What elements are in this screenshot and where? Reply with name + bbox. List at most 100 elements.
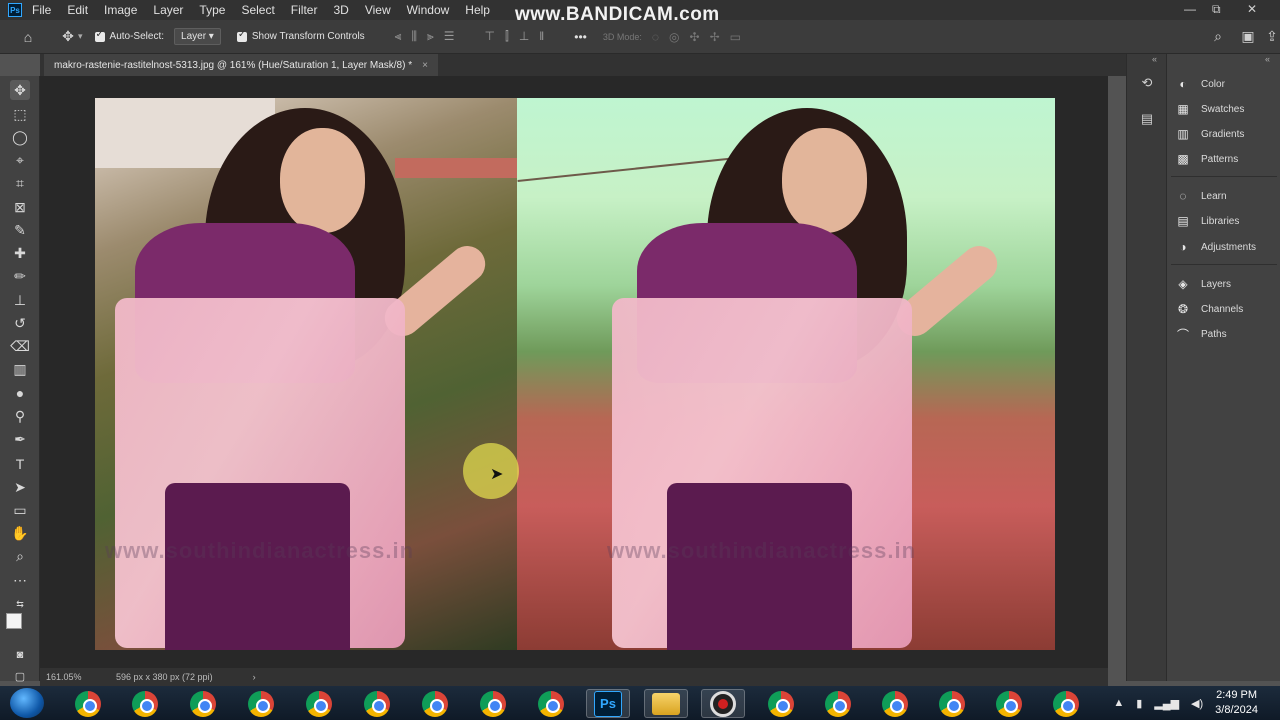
taskbar-chrome-2[interactable]: [123, 689, 167, 718]
align-center-icon[interactable]: ⫼: [411, 29, 417, 44]
document-tab[interactable]: makro-rastenie-rastitelnost-5313.jpg @ 1…: [44, 54, 438, 76]
menu-help[interactable]: Help: [465, 3, 490, 17]
menu-select[interactable]: Select: [241, 3, 274, 17]
menu-3d[interactable]: 3D: [333, 3, 348, 17]
clone-stamp-tool-icon[interactable]: ⊥: [10, 290, 30, 310]
move-tool-icon[interactable]: ✥: [58, 27, 78, 47]
history-brush-tool-icon[interactable]: ↺: [10, 313, 30, 333]
taskbar-chrome-8[interactable]: [471, 689, 515, 718]
menu-layer[interactable]: Layer: [153, 3, 183, 17]
history-panel-icon[interactable]: ⟲: [1138, 74, 1156, 92]
panel-patterns[interactable]: ▩ Patterns: [1175, 150, 1238, 168]
panel-gradients[interactable]: ▥ Gradients: [1175, 125, 1244, 143]
gradient-tool-icon[interactable]: ▥: [10, 359, 30, 379]
menu-window[interactable]: Window: [407, 3, 450, 17]
show-transform-checkbox[interactable]: Show Transform Controls: [236, 29, 365, 42]
align-right-icon[interactable]: ⫸: [427, 29, 434, 44]
taskbar-chrome-6[interactable]: [355, 689, 399, 718]
quick-select-tool-icon[interactable]: ⌖: [10, 150, 30, 170]
zoom-level[interactable]: 161.05%: [46, 672, 106, 682]
taskbar-chrome-4[interactable]: [239, 689, 283, 718]
align-middle-icon[interactable]: ⫿: [505, 29, 509, 44]
layer-select[interactable]: Layer ▾: [174, 28, 221, 45]
panel-swatches[interactable]: ▦ Swatches: [1175, 100, 1244, 118]
chevron-down-icon[interactable]: ▾: [78, 31, 83, 42]
rectangle-tool-icon[interactable]: ▭: [10, 500, 30, 520]
screen-mode-icon[interactable]: ▢: [10, 666, 30, 686]
close-window-button[interactable]: ✕: [1247, 2, 1257, 16]
panel-paths[interactable]: ⌒ Paths: [1175, 325, 1227, 343]
menu-view[interactable]: View: [365, 3, 391, 17]
volume-icon[interactable]: ◀): [1191, 697, 1203, 710]
network-signal-icon[interactable]: ▂▄▆: [1154, 697, 1179, 710]
taskbar-clock[interactable]: 2:49 PM 3/8/2024: [1215, 688, 1258, 718]
crop-tool-icon[interactable]: ⌗: [10, 173, 30, 193]
taskbar-chrome-15[interactable]: [1044, 689, 1088, 718]
pan-3d-icon[interactable]: ✣: [690, 30, 700, 44]
type-tool-icon[interactable]: T: [10, 454, 30, 474]
menu-type[interactable]: Type: [199, 3, 225, 17]
slide-3d-icon[interactable]: ✢: [710, 30, 720, 44]
move-tool-icon[interactable]: ✥: [10, 80, 30, 100]
align-left-icon[interactable]: ⫷: [395, 29, 402, 44]
properties-panel-icon[interactable]: ▤: [1138, 110, 1156, 128]
path-selection-tool-icon[interactable]: ➤: [10, 477, 30, 497]
taskbar-chrome-5[interactable]: [297, 689, 341, 718]
taskbar-chrome-11[interactable]: [816, 689, 860, 718]
search-icon[interactable]: ⌕: [1208, 27, 1228, 47]
taskbar-photoshop[interactable]: Ps: [586, 689, 630, 718]
blur-tool-icon[interactable]: ●: [10, 383, 30, 403]
status-menu-chevron-icon[interactable]: ›: [253, 672, 256, 682]
minimize-button[interactable]: —: [1184, 2, 1196, 16]
zoom-tool-icon[interactable]: ⌕: [10, 546, 30, 566]
taskbar-chrome-9[interactable]: [529, 689, 573, 718]
taskbar-chrome-14[interactable]: [987, 689, 1031, 718]
taskbar-chrome-13[interactable]: [930, 689, 974, 718]
distribute-icon[interactable]: ☰: [444, 29, 455, 44]
foreground-color-swatch[interactable]: [6, 613, 22, 629]
panel-learn[interactable]: ◌ Learn: [1175, 187, 1226, 205]
camera-3d-icon[interactable]: ▭: [730, 30, 741, 44]
more-tools-icon[interactable]: ⋯: [10, 570, 30, 590]
menu-filter[interactable]: Filter: [291, 3, 318, 17]
healing-brush-tool-icon[interactable]: ✚: [10, 243, 30, 263]
frame-tool-icon[interactable]: ⊠: [10, 197, 30, 217]
show-hidden-icons-icon[interactable]: ▲: [1113, 697, 1124, 709]
eraser-tool-icon[interactable]: ⌫: [10, 336, 30, 356]
workspace-icon[interactable]: ▣: [1238, 27, 1258, 47]
panel-layers[interactable]: ◈ Layers: [1175, 275, 1231, 293]
collapse-panel-icon[interactable]: «: [1265, 54, 1270, 64]
brush-tool-icon[interactable]: ✏: [10, 266, 30, 286]
taskbar-chrome-1[interactable]: [66, 689, 110, 718]
taskbar-bandicam[interactable]: [701, 689, 745, 718]
panel-libraries[interactable]: ▤ Libraries: [1175, 212, 1239, 230]
distribute-vertical-icon[interactable]: ‖: [539, 29, 544, 44]
auto-select-checkbox[interactable]: Auto-Select:: [94, 29, 164, 42]
canvas-area[interactable]: www.southindianactress.in www.southindia…: [40, 76, 1108, 668]
menu-file[interactable]: File: [32, 3, 51, 17]
home-icon[interactable]: ⌂: [18, 27, 38, 47]
panel-adjustments[interactable]: ◑ Adjustments: [1175, 238, 1256, 256]
more-options-button[interactable]: •••: [574, 30, 587, 44]
dodge-tool-icon[interactable]: ⚲: [10, 406, 30, 426]
hand-tool-icon[interactable]: ✋: [10, 523, 30, 543]
start-button[interactable]: [10, 688, 44, 718]
battery-icon[interactable]: ▮: [1136, 697, 1142, 710]
panel-channels[interactable]: ❂ Channels: [1175, 300, 1243, 318]
taskbar-chrome-10[interactable]: [759, 689, 803, 718]
taskbar-file-explorer[interactable]: [644, 689, 688, 718]
collapse-strip-icon[interactable]: «: [1152, 54, 1157, 64]
restore-button[interactable]: ⧉: [1212, 2, 1221, 17]
align-top-icon[interactable]: ⊤: [485, 29, 495, 44]
eyedropper-tool-icon[interactable]: ✎: [10, 220, 30, 240]
menu-image[interactable]: Image: [104, 3, 137, 17]
close-tab-icon[interactable]: ×: [422, 60, 428, 71]
roll-3d-icon[interactable]: ◎: [669, 30, 679, 44]
lasso-tool-icon[interactable]: ◯: [10, 127, 30, 147]
taskbar-chrome-3[interactable]: [181, 689, 225, 718]
panel-color[interactable]: ◐ Color: [1175, 75, 1225, 93]
quick-mask-icon[interactable]: ◙: [10, 645, 30, 665]
taskbar-chrome-12[interactable]: [873, 689, 917, 718]
marquee-tool-icon[interactable]: ⬚: [10, 104, 30, 124]
swap-colors-icon[interactable]: ⇆: [10, 594, 30, 614]
